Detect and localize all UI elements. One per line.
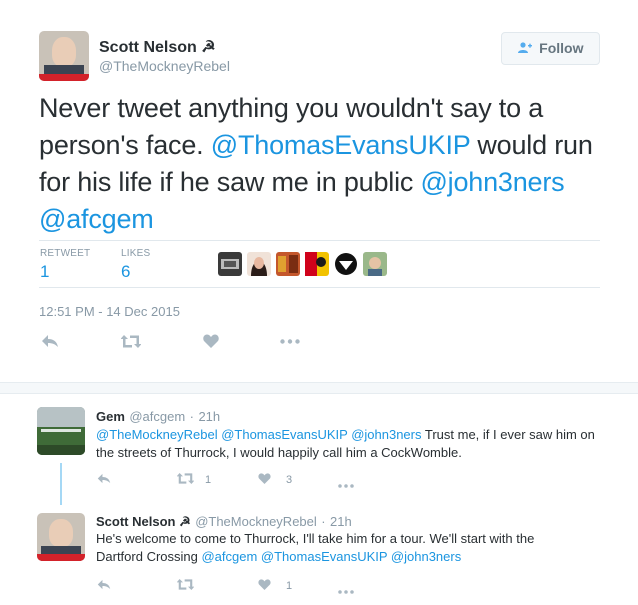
add-user-icon [517, 41, 536, 56]
mention-links[interactable]: @TheMockneyRebel @ThomasEvansUKIP @john3… [96, 427, 422, 442]
avatar-face [52, 37, 76, 67]
reply-text: @TheMockneyRebel @ThomasEvansUKIP @john3… [96, 426, 596, 462]
more-icon[interactable] [280, 339, 300, 344]
avatar-face [49, 519, 73, 547]
divider [39, 240, 600, 241]
liker-avatar[interactable] [363, 252, 387, 276]
mention-link[interactable]: @ThomasEvansUKIP [211, 130, 471, 160]
reply-retweet-count: 1 [205, 474, 212, 486]
mention-link[interactable]: @afcgem [39, 204, 154, 234]
author-name[interactable]: Scott Nelson ☭ [99, 37, 216, 57]
avatar-banner [37, 554, 85, 561]
reply-text: He's welcome to come to Thurrock, I'll t… [96, 530, 596, 566]
reply-icon[interactable] [41, 334, 59, 348]
liker-avatar[interactable] [305, 252, 329, 276]
reply-author-handle[interactable]: @TheMockneyRebel [195, 514, 317, 529]
follow-button[interactable]: Follow [501, 32, 600, 65]
reply-author-name[interactable]: Scott Nelson ☭ [96, 514, 191, 529]
reply-text-part: Dartford Crossing [96, 549, 202, 564]
liker-avatar[interactable] [218, 252, 242, 276]
reply-icon[interactable] [97, 473, 111, 487]
thread-connector [60, 463, 62, 505]
mention-link[interactable]: @john3ners [420, 167, 564, 197]
heart-icon[interactable]: 3 [258, 473, 292, 487]
reply-tweet[interactable]: Scott Nelson ☭ @TheMockneyRebel · 21h He… [0, 505, 638, 605]
retweet-label: RETWEET [40, 248, 91, 259]
reply-author-handle[interactable]: @afcgem [129, 409, 185, 424]
reply-time[interactable]: 21h [330, 514, 352, 529]
separator-dot: · [189, 409, 194, 424]
reply-time[interactable]: 21h [198, 409, 220, 424]
reply-avatar[interactable] [37, 407, 85, 455]
divider [39, 287, 600, 288]
liker-avatar[interactable] [247, 252, 271, 276]
reply-icon[interactable] [97, 579, 111, 593]
reply-text-part: He's welcome to come to Thurrock, I'll t… [96, 531, 535, 546]
separator-dot: · [321, 514, 326, 529]
reply-header: Scott Nelson ☭ @TheMockneyRebel · 21h [96, 513, 352, 531]
follow-label: Follow [539, 40, 584, 56]
reply-avatar[interactable] [37, 513, 85, 561]
reply-like-count: 1 [286, 580, 293, 592]
liker-avatar[interactable] [334, 252, 358, 276]
retweet-icon[interactable] [121, 335, 141, 348]
retweet-count[interactable]: 1 [40, 262, 49, 282]
more-icon[interactable] [337, 583, 355, 597]
conversation-divider [0, 382, 638, 394]
likes-count[interactable]: 6 [121, 262, 130, 282]
avatar-banner [39, 74, 89, 81]
heart-icon[interactable]: 1 [258, 579, 292, 593]
more-icon[interactable] [337, 477, 355, 491]
retweet-icon[interactable] [176, 579, 195, 593]
tweet-timestamp[interactable]: 12:51 PM - 14 Dec 2015 [39, 304, 180, 319]
heart-icon[interactable] [203, 334, 219, 348]
main-tweet: Scott Nelson ☭ @TheMockneyRebel Follow N… [0, 0, 638, 382]
author-avatar[interactable] [39, 31, 89, 81]
likes-label: LIKES [121, 248, 151, 259]
reply-author-name[interactable]: Gem [96, 409, 125, 424]
reply-header: Gem @afcgem · 21h [96, 408, 220, 426]
mention-links[interactable]: @afcgem @ThomasEvansUKIP @john3ners [201, 549, 461, 564]
author-handle[interactable]: @TheMockneyRebel [99, 58, 230, 74]
retweet-icon[interactable]: 1 [176, 473, 211, 487]
reply-like-count: 3 [286, 474, 293, 486]
tweet-text: Never tweet anything you wouldn't say to… [39, 90, 609, 238]
liker-avatar[interactable] [276, 252, 300, 276]
reply-tweet[interactable]: Gem @afcgem · 21h @TheMockneyRebel @Thom… [0, 395, 638, 505]
